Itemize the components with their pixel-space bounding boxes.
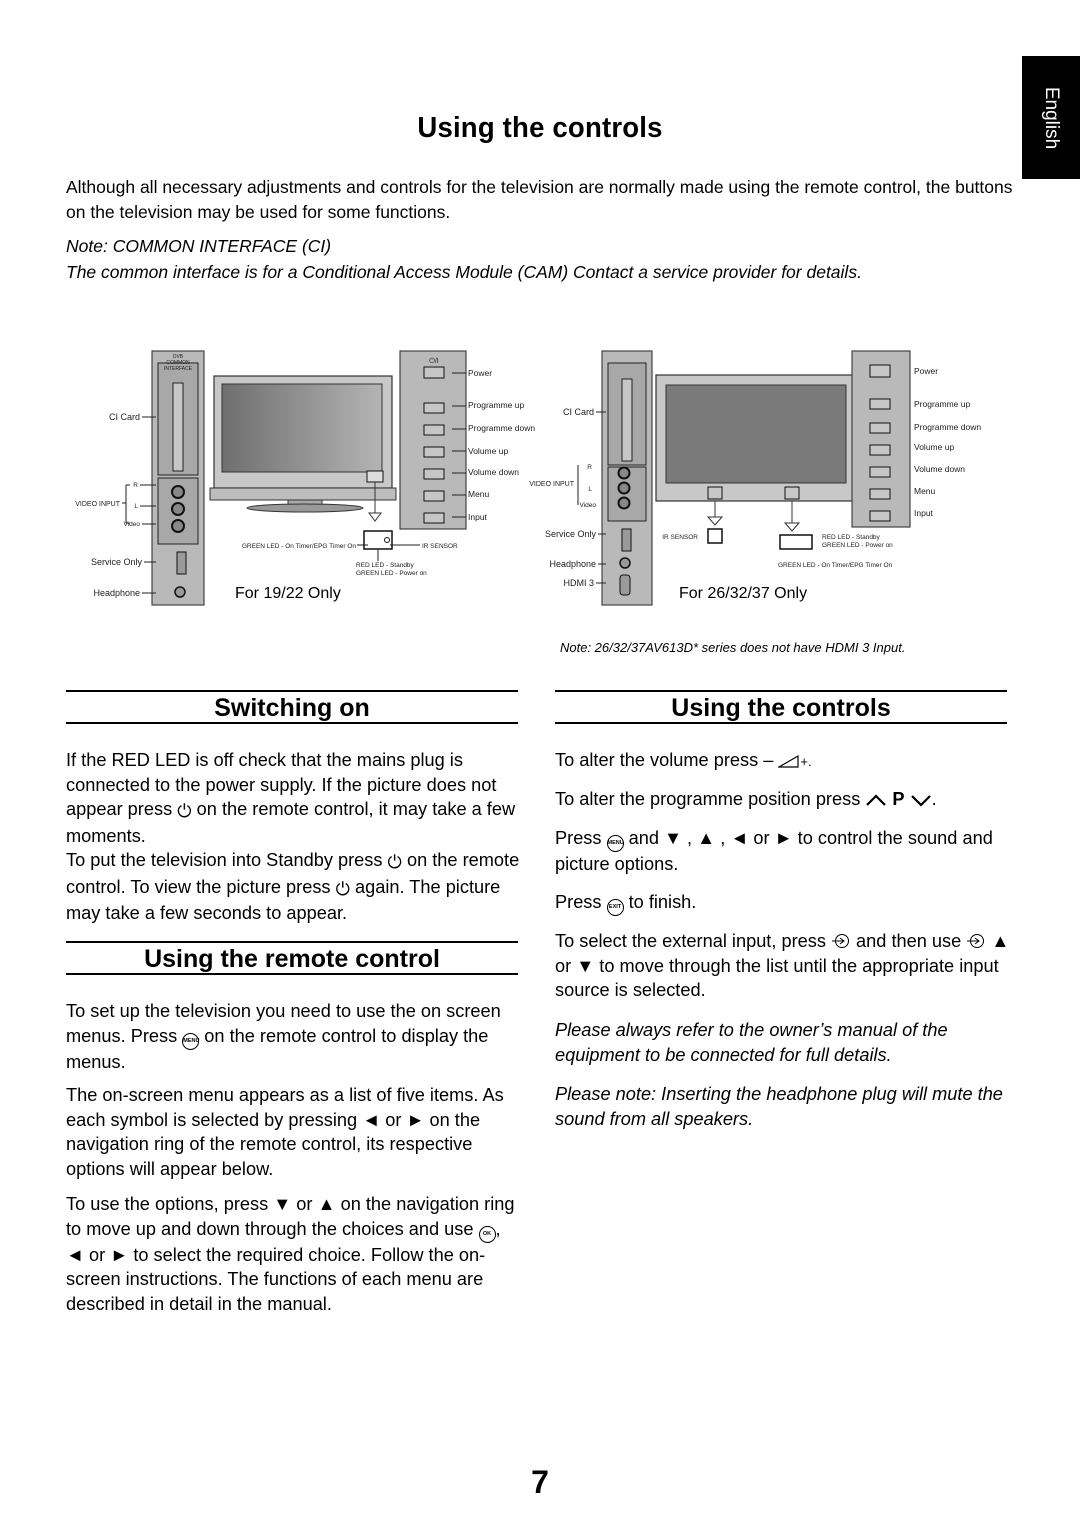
button-panel-left: ⏻/I [399, 350, 467, 530]
page-title: Using the controls [417, 112, 663, 144]
video-port [171, 519, 185, 533]
section-heading-switching-on: Switching on [66, 690, 518, 724]
tv-illustration-26-32-37 [655, 374, 857, 550]
svg-text:IR SENSOR: IR SENSOR [422, 543, 458, 550]
power-icon: ⏻ [335, 878, 350, 899]
controls-volume: To alter the volume press – +. [555, 750, 812, 770]
svg-text:Power: Power [468, 368, 492, 378]
hdmi-note: Note: 26/32/37AV613D* series does not ha… [560, 640, 906, 655]
svg-text:R: R [587, 464, 592, 471]
audio-l-port [171, 502, 185, 516]
svg-text:INTERFACE: INTERFACE [164, 366, 193, 372]
audio-r-port [171, 485, 185, 499]
side-connector-panel: DVB COMMON INTERFACE [151, 350, 205, 606]
chevron-up-icon [866, 794, 887, 806]
svg-text:Programme up: Programme up [914, 399, 970, 409]
note-text: The common interface is for a Conditiona… [66, 262, 862, 282]
svg-text:GREEN LED - Power on: GREEN LED - Power on [356, 570, 427, 577]
switching-on-paragraph: If the RED LED is off check that the mai… [66, 750, 520, 923]
controls-refer-note: Please always refer to the owner’s manua… [555, 1020, 948, 1065]
remote-paragraph-3: To use the options, press ▼ or ▲ on the … [66, 1194, 515, 1314]
diagram-19-22: DVB COMMON INTERFACE CI Card R VIDEO INP… [75, 350, 535, 606]
intro-text: Although all necessary adjustments and c… [66, 177, 1013, 222]
svg-text:GREEN LED - Power on: GREEN LED - Power on [822, 542, 893, 549]
menu-button-icon: MENU [182, 1032, 199, 1050]
input-icon [832, 934, 849, 948]
side-labels-left: CI Card R VIDEO INPUT L Video Service On… [75, 412, 156, 598]
svg-text:HDMI 3: HDMI 3 [563, 578, 594, 588]
led-labels-right: IR SENSOR RED LED - Standby GREEN LED - … [662, 534, 893, 569]
svg-text:Input: Input [914, 508, 934, 518]
diagram-26-32-37: CI Card R VIDEO INPUT L Video Service On… [529, 350, 981, 606]
svg-text:GREEN LED - On Timer/EPG Timer: GREEN LED - On Timer/EPG Timer On [242, 543, 357, 550]
svg-text:Video: Video [579, 502, 596, 509]
usb-service-port [176, 551, 187, 575]
ok-button-icon: OK [478, 1225, 496, 1243]
controls-menu: Press MENU and ▼ , ▲ , ◄ or ► to control… [555, 828, 993, 874]
svg-text:Power: Power [914, 366, 938, 376]
svg-text:RED LED - Standby: RED LED - Standby [356, 562, 415, 569]
svg-text:Service Only: Service Only [545, 529, 597, 539]
side-connector-panel-right [601, 350, 653, 606]
headphone-port [174, 586, 186, 598]
svg-text:Headphone: Headphone [549, 559, 596, 569]
svg-text:Programme down: Programme down [914, 422, 981, 432]
svg-text:Volume down: Volume down [914, 464, 965, 474]
section-heading-using-controls: Using the controls [555, 690, 1007, 724]
svg-text:Video: Video [123, 521, 140, 528]
input-icon [967, 934, 985, 948]
svg-text:Programme up: Programme up [468, 400, 524, 410]
led-labels-left: GREEN LED - On Timer/EPG Timer On IR SEN… [242, 543, 458, 577]
page-number: 7 [531, 1464, 549, 1500]
controls-input: To select the external input, press and … [555, 931, 1010, 1000]
svg-text:CI Card: CI Card [109, 412, 140, 422]
svg-text:Volume up: Volume up [468, 446, 508, 456]
svg-text:Headphone: Headphone [93, 588, 140, 598]
svg-text:Volume down: Volume down [468, 467, 519, 477]
svg-text:VIDEO INPUT: VIDEO INPUT [529, 481, 574, 488]
svg-text:Menu: Menu [914, 486, 936, 496]
svg-text:Input: Input [468, 512, 488, 522]
button-labels-right: Power Programme up Programme down Volume… [914, 366, 981, 518]
svg-text:Menu: Menu [468, 489, 490, 499]
caption-19-22: For 19/22 Only [235, 585, 341, 602]
note-heading: Note: COMMON INTERFACE (CI) [66, 236, 332, 256]
svg-text:IR SENSOR: IR SENSOR [662, 534, 698, 541]
svg-text:Volume up: Volume up [914, 442, 954, 452]
chevron-down-icon [910, 795, 931, 807]
svg-text:RED LED - Standby: RED LED - Standby [822, 534, 881, 541]
section-heading-remote-control: Using the remote control [66, 941, 518, 975]
power-icon: ⏻ [387, 852, 402, 872]
svg-text:Service Only: Service Only [91, 557, 143, 567]
svg-text:VIDEO INPUT: VIDEO INPUT [75, 501, 120, 508]
controls-headphone-note: Please note: Inserting the headphone plu… [555, 1084, 1003, 1129]
remote-paragraph-2: The on-screen menu appears as a list of … [66, 1085, 504, 1179]
svg-text:CI Card: CI Card [563, 407, 594, 417]
svg-text:R: R [133, 482, 138, 489]
tv-illustration-19-22 [209, 375, 397, 550]
exit-button-icon: EXIT [606, 899, 624, 916]
menu-button-icon: MENU [606, 835, 624, 852]
svg-text:GREEN LED - On Timer/EPG Timer: GREEN LED - On Timer/EPG Timer On [778, 562, 893, 569]
side-labels-right: CI Card R VIDEO INPUT L Video Service On… [529, 407, 606, 588]
remote-paragraph-1: To set up the television you need to use… [66, 1001, 501, 1072]
power-icon: ⏻ [177, 801, 192, 821]
controls-exit: Press EXIT to finish. [555, 890, 1011, 916]
volume-icon [778, 754, 800, 768]
svg-text:L: L [588, 486, 592, 493]
svg-text:L: L [134, 503, 138, 510]
controls-programme: To alter the programme position press P … [555, 789, 937, 809]
button-panel-right [851, 350, 911, 528]
caption-26-32-37: For 26/32/37 Only [679, 585, 808, 602]
svg-text:⏻/I: ⏻/I [429, 357, 438, 365]
